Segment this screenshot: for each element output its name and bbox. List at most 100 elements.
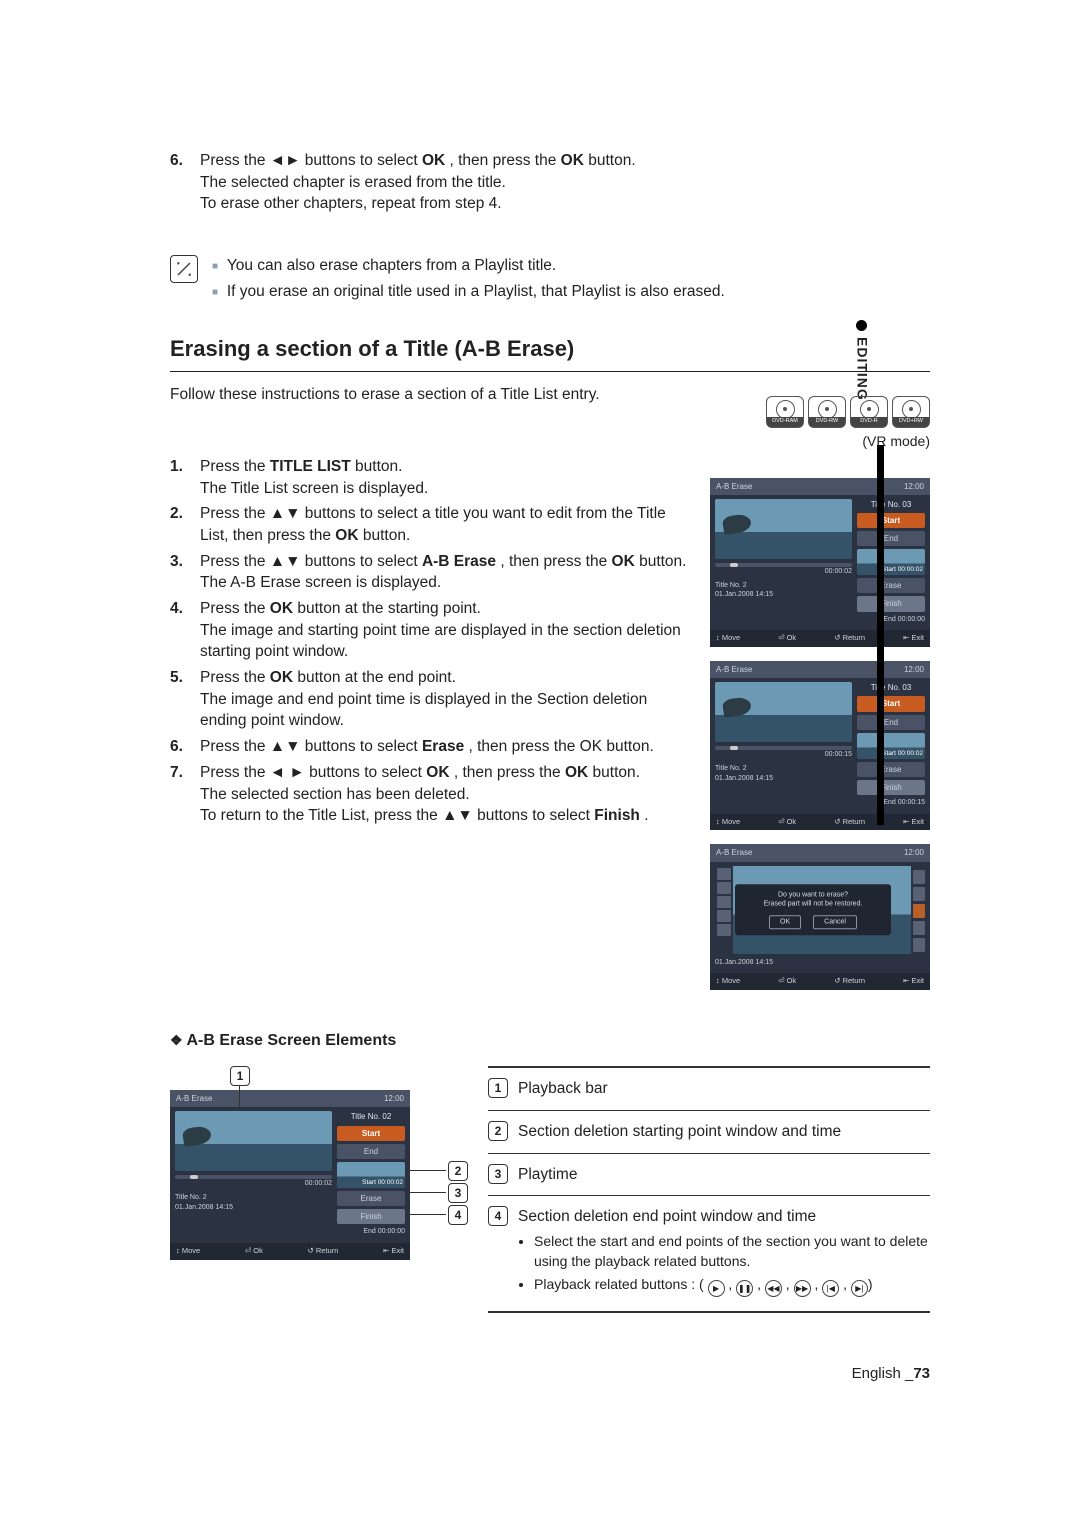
t: Press the ▲▼ buttons to select [200,553,422,570]
page-number: 73 [913,1365,930,1382]
step-text: button. [588,152,635,169]
t: A-B Erase [716,481,752,492]
t: ↺ Return [308,1246,339,1257]
t: DVD+RW [893,417,929,427]
mock-end-button[interactable]: End [857,715,925,730]
t: The image and starting point time are di… [200,620,690,663]
content-row: Press the TITLE LIST button. The Title L… [170,456,930,1004]
t: English [852,1365,901,1382]
t: Press the [200,600,270,617]
t: Title No. 03 [857,682,925,693]
t: Do you want to erase? [743,890,883,900]
t: OK [335,527,358,544]
mock-erase-button[interactable]: Erase [857,578,925,593]
dialog-cancel-button[interactable]: Cancel [813,915,857,929]
t: OK [426,764,449,781]
erase-dialog: Do you want to erase? Erased part will n… [735,884,891,935]
mock-end-button[interactable]: End [857,531,925,546]
mock-finish-button[interactable]: Finish [857,596,925,611]
mock-erase-button[interactable]: Erase [857,762,925,777]
t: ↺ Return [834,976,865,987]
t: , then press the [454,764,565,781]
t: A-B Erase [716,847,752,858]
legend-num: 4 [488,1206,508,1226]
t: ⏎ Ok [778,817,796,828]
t: Press the ◄ ► buttons to select [200,764,426,781]
t: The selected section has been deleted. [200,784,690,806]
callout-2: 2 [448,1161,468,1181]
t: The image and end point time is displaye… [200,689,690,732]
next-icon: ▶▶ [794,1280,811,1297]
t: 01.Jan.2008 14:15 [715,590,852,600]
t: ⇤ Exit [383,1246,404,1257]
note-item: If you erase an original title used in a… [212,281,725,303]
t: A-B Erase [176,1093,212,1104]
mock-erase-button[interactable]: Erase [337,1191,405,1206]
t: Finish [594,807,640,824]
t: 00:00:02 [175,1179,332,1189]
t: ↕ Move [176,1246,200,1257]
mock-start-button[interactable]: Start [857,513,925,528]
t: Section deletion end point window and ti… [518,1206,930,1228]
t: Press the [200,669,270,686]
t: button at the end point. [297,669,456,686]
t: DVD-R [851,417,887,427]
step-text: To erase other chapters, repeat from ste… [200,193,690,215]
main-steps: Press the TITLE LIST button. The Title L… [170,456,690,827]
callout-3: 3 [448,1183,468,1203]
vr-mode-label: (VR mode) [710,432,930,452]
t: ⇤ Exit [903,817,924,828]
prev-icon: ◀◀ [765,1280,782,1297]
t: ⏎ Ok [778,633,796,644]
t: Select the start and end points of the s… [534,1232,930,1271]
t: Erase [422,738,464,755]
screenshot-ab-erase-start: A-B Erase 12:00 00:00:02 Title No. 2 01.… [710,478,930,647]
dialog-ok-button[interactable]: OK [769,915,801,929]
page-footer: English _73 [170,1363,930,1384]
mock-finish-button[interactable]: Finish [337,1209,405,1224]
t: End 00:00:00 [337,1227,405,1237]
t: 00:00:15 [715,750,852,760]
t: End 00:00:15 [857,798,925,808]
mock-finish-button[interactable]: Finish [857,780,925,795]
labeled-diagram: 1 A-B Erase 12:00 00:00:02 Title No. 2 0… [170,1066,470,1259]
skip-back-icon: |◀ [822,1280,839,1297]
t: . [644,807,648,824]
t: OK [270,600,293,617]
disc-icon: DVD+RW [892,396,930,428]
sub-heading: A-B Erase Screen Elements [170,1030,930,1052]
t: button. [355,458,402,475]
t: Title No. 02 [337,1111,405,1122]
legend-num: 3 [488,1164,508,1184]
t: Section deletion starting point window a… [518,1121,841,1143]
t: ↕ Move [716,817,740,828]
mock-start-button[interactable]: Start [857,696,925,711]
mock-end-button[interactable]: End [337,1144,405,1159]
t: ↕ Move [716,633,740,644]
skip-fwd-icon: ▶| [851,1280,868,1297]
t: Title No. 03 [857,499,925,510]
bullet-icon [856,320,867,331]
t: Press the ▲▼ buttons to select a title y… [200,505,666,544]
t: 01.Jan.2008 14:15 [715,958,925,968]
step-text: The selected chapter is erased from the … [200,172,690,194]
mock-start-button[interactable]: Start [337,1126,405,1141]
t: Press the ▲▼ buttons to select [200,738,422,755]
labeled-diagram-row: 1 A-B Erase 12:00 00:00:02 Title No. 2 0… [170,1066,930,1313]
t: TITLE LIST [270,458,351,475]
callout-1: 1 [230,1066,250,1086]
note-box: You can also erase chapters from a Playl… [170,255,930,306]
t: The A-B Erase screen is displayed. [200,572,690,594]
legend-num: 1 [488,1078,508,1098]
t: ↺ Return [834,633,865,644]
t: , then press the OK button. [469,738,654,755]
disc-icon: DVD-RW [808,396,846,428]
step-text: OK [561,152,584,169]
page: EDITING Press the ◄► buttons to select O… [0,0,1080,1464]
t: A-B Erase [716,664,752,675]
disc-row: DVD-RAM DVD-RW DVD-R DVD+RW [710,396,930,428]
side-bar-marker [877,445,884,825]
t: ⇤ Exit [903,976,924,987]
t: 12:00 [904,664,924,675]
t: 01.Jan.2008 14:15 [715,774,852,784]
